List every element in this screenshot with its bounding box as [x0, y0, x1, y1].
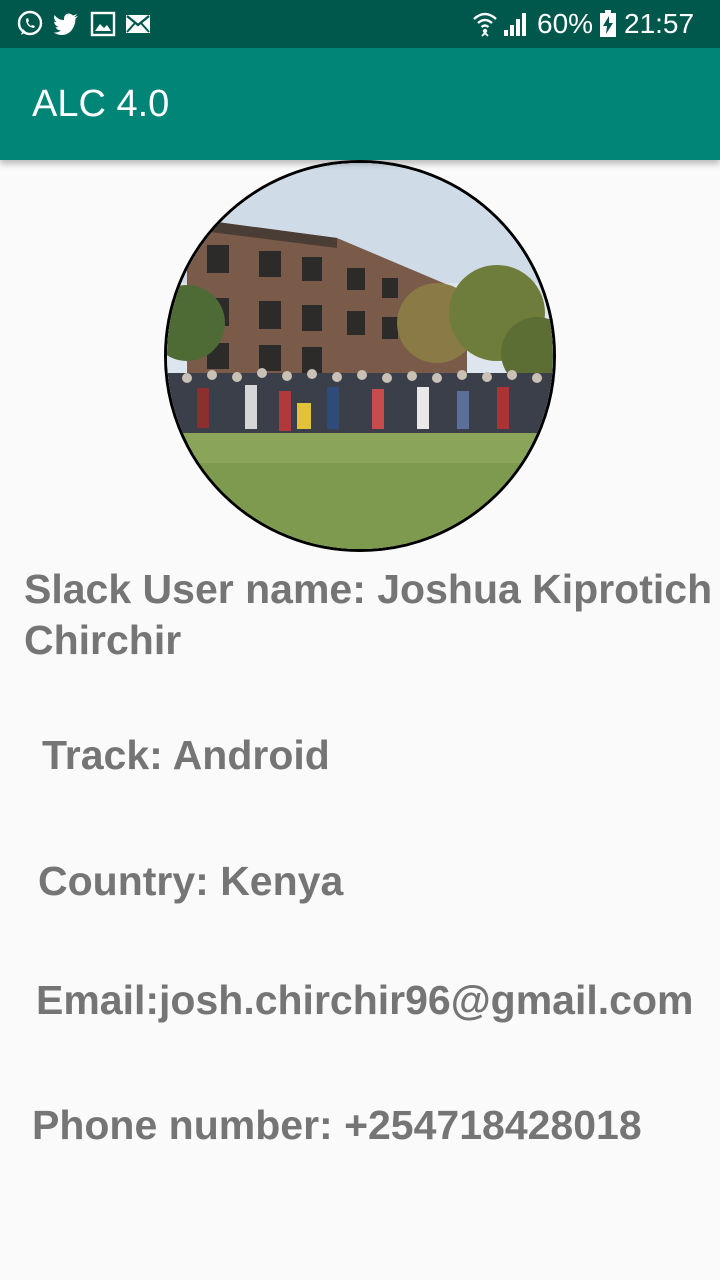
email-label: Email:josh.chirchir96@gmail.com — [36, 977, 694, 1023]
clock: 21:57 — [624, 8, 695, 39]
track-label: Track: Android — [42, 732, 330, 778]
whatsapp-icon — [16, 10, 44, 38]
app-bar: ALC 4.0 — [0, 48, 720, 160]
status-bar: 60% 21:57 — [0, 0, 720, 48]
slack-username: Slack User name: Joshua Kiprotich Chirch… — [24, 566, 713, 663]
gallery-icon — [90, 10, 118, 38]
battery-charging-icon — [598, 10, 618, 38]
twitter-icon — [52, 10, 80, 38]
phone-label: Phone number: +254718428018 — [32, 1102, 642, 1148]
wifi-icon — [472, 10, 500, 38]
profile-photo — [164, 160, 556, 552]
email-icon — [124, 10, 152, 38]
battery-percent: 60% — [537, 8, 594, 39]
country-label: Country: Kenya — [38, 858, 344, 904]
signal-icon — [502, 10, 530, 38]
app-title: ALC 4.0 — [32, 83, 170, 125]
